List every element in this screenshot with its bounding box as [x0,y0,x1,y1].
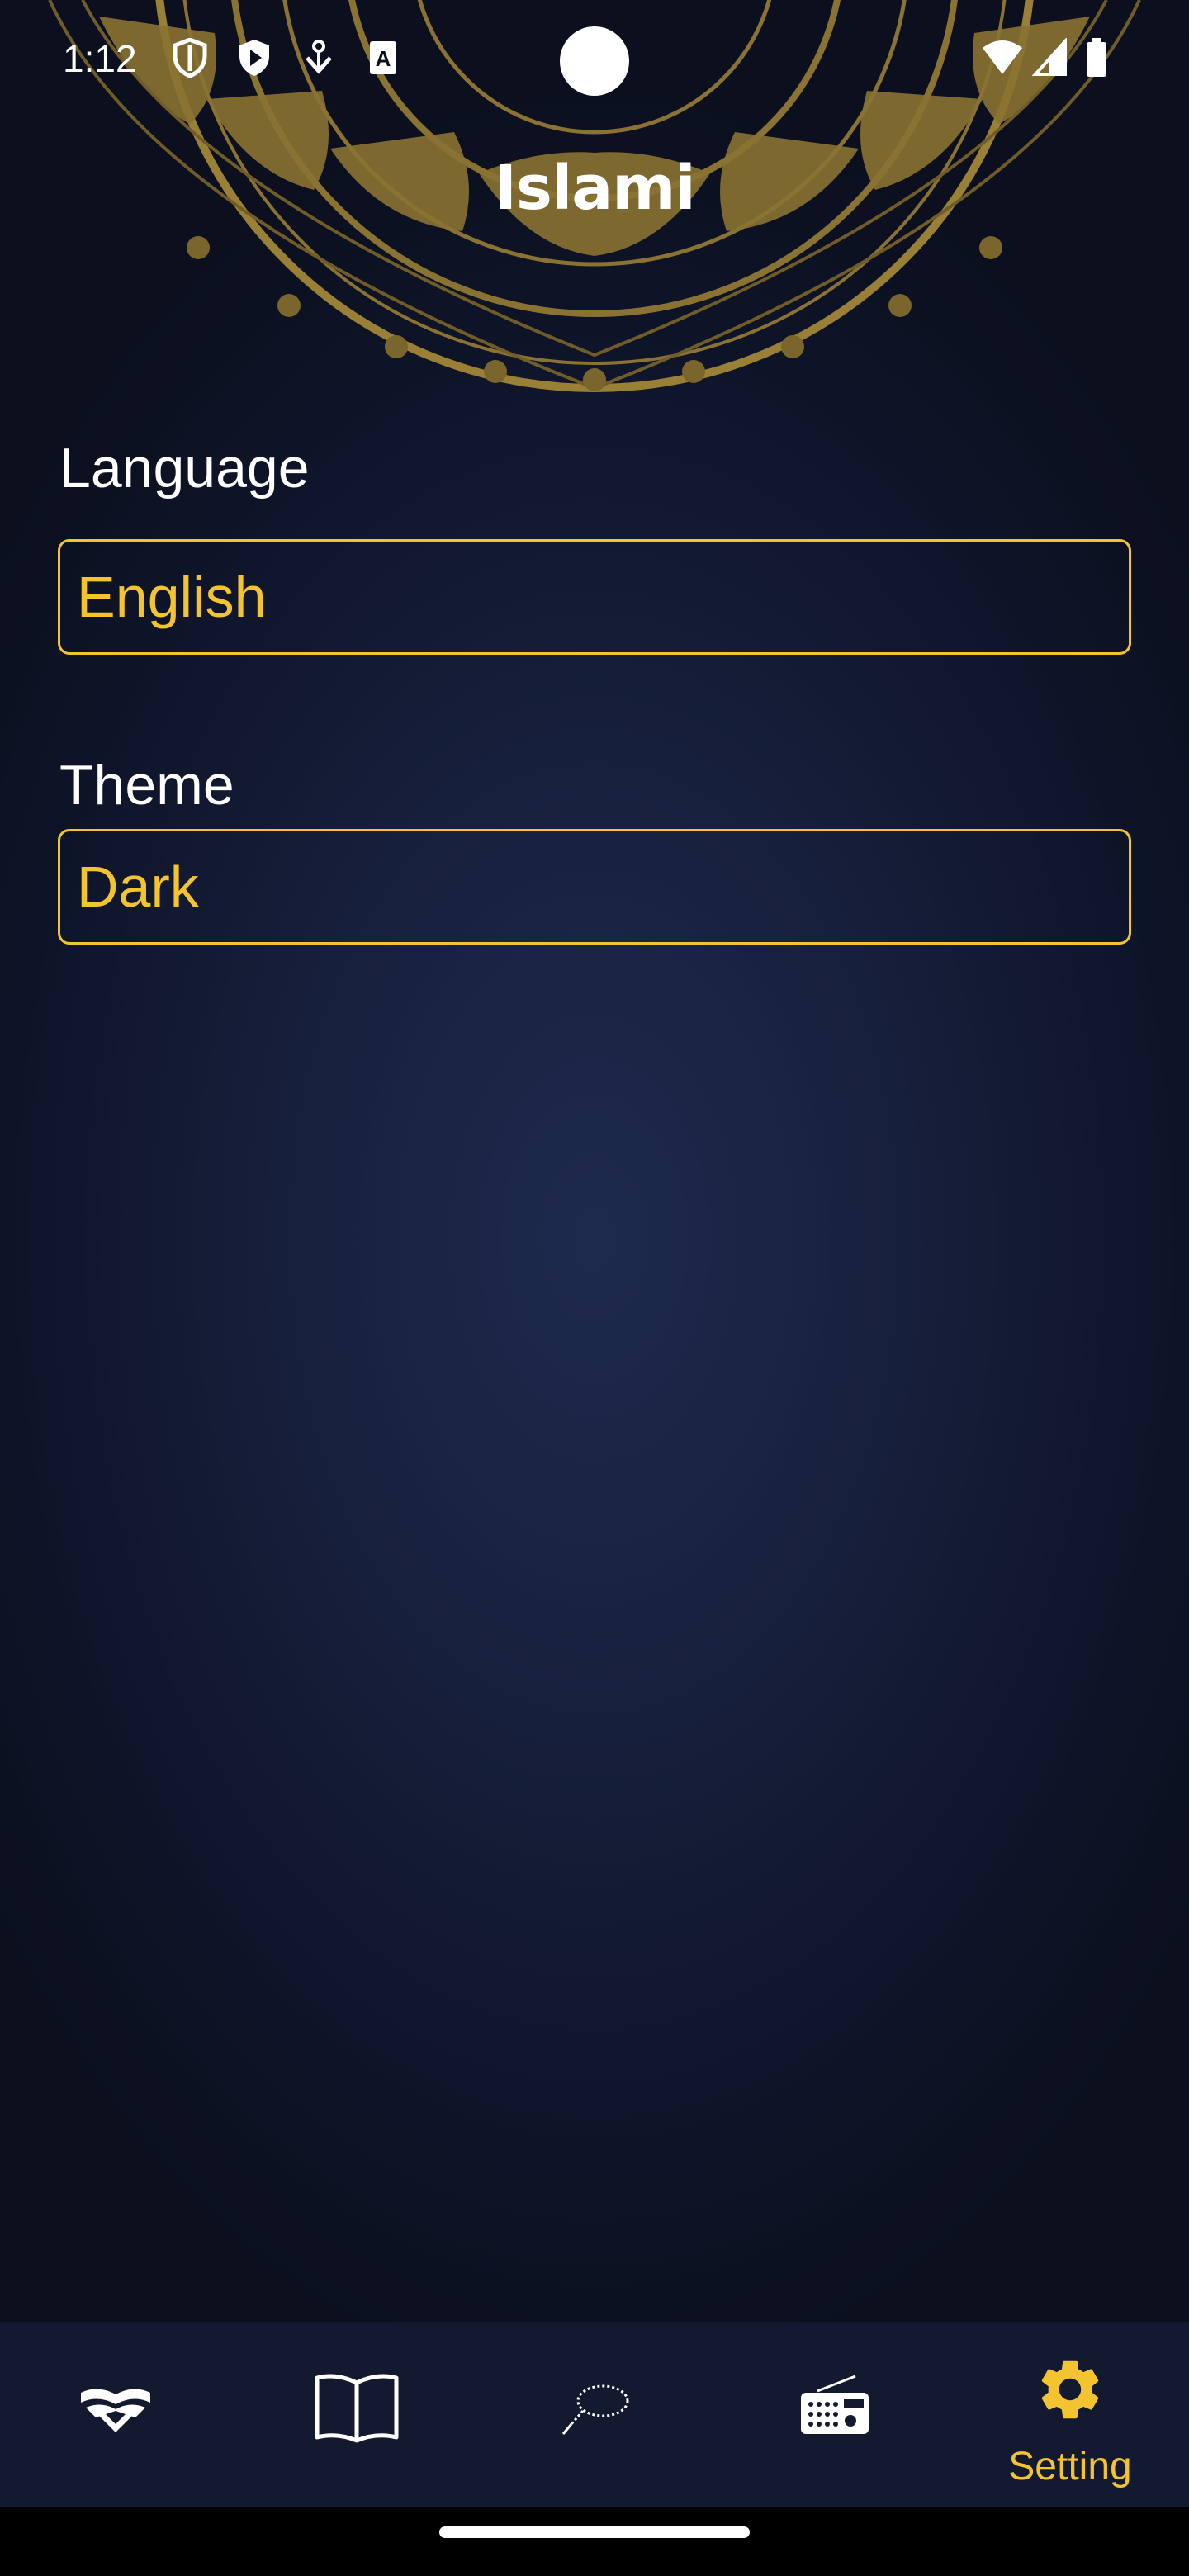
language-label: Language [59,437,310,500]
language-select[interactable]: English [58,539,1131,655]
text-a-icon: A [370,41,396,74]
book-icon [315,2374,399,2443]
nav-item-quran[interactable] [0,2322,238,2507]
battery-icon [1087,38,1106,77]
theme-select[interactable]: Dark [58,829,1131,945]
home-gesture-handle[interactable] [439,2526,750,2538]
status-time: 1:12 [63,37,137,80]
play-protect-icon [239,40,269,76]
bottom-navigation: Setting [0,2322,1189,2507]
signal-icon [1032,38,1067,76]
status-bar: 1:12 A [0,0,1189,124]
svg-text:A: A [376,46,391,71]
nav-item-hadith[interactable] [238,2322,476,2507]
settings-screen: 1:12 A Islami Language English Theme Dar… [0,0,1189,2576]
theme-label: Theme [59,754,234,817]
download-icon [306,40,332,74]
gesture-bar [0,2507,1189,2576]
language-value: English [77,565,267,629]
nav-label-setting: Setting [1008,2445,1132,2488]
nav-item-setting[interactable]: Setting [951,2322,1189,2507]
camera-cutout [560,26,629,96]
tasbeeh-icon [561,2384,629,2435]
nav-item-radio[interactable] [713,2322,951,2507]
theme-value: Dark [77,855,199,919]
wifi-icon [983,40,1022,74]
app-title: Islami [494,153,695,224]
quran-icon [81,2389,150,2432]
shield-icon [173,38,207,78]
nav-item-tasbeeh[interactable] [476,2322,713,2507]
gear-icon [1041,2360,1099,2419]
radio-icon [801,2375,869,2434]
